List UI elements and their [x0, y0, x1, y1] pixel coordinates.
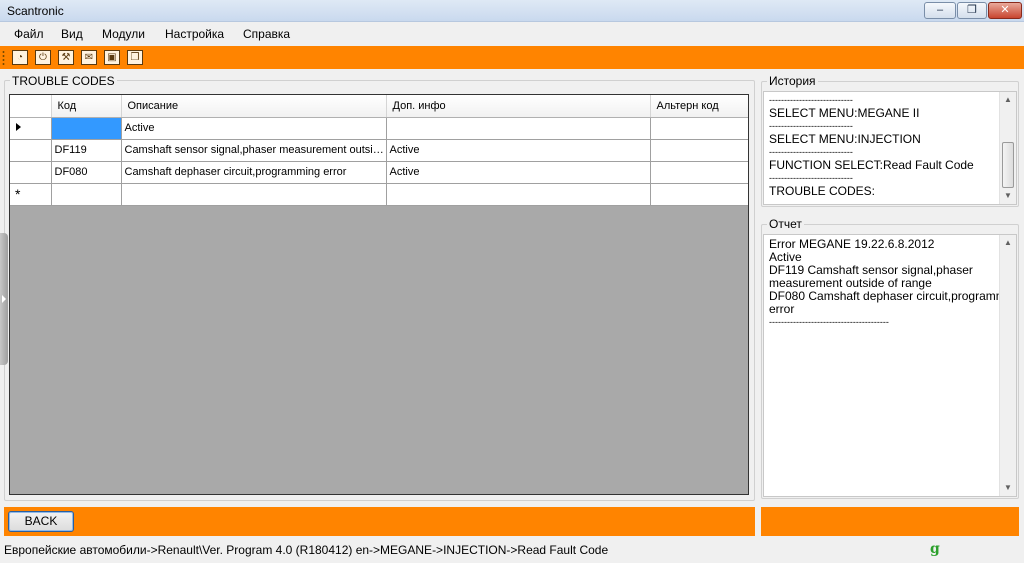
report-label: Отчет	[767, 217, 804, 231]
history-line: TROUBLE CODES:	[769, 184, 876, 198]
cell-alt-code[interactable]	[650, 117, 748, 140]
table-row[interactable]: DF119 Camshaft sensor signal,phaser meas…	[10, 139, 748, 162]
history-line: SELECT MENU:INJECTION	[769, 132, 921, 146]
history-line: FUNCTION SELECT:Read Fault Code	[769, 158, 974, 172]
cell-info[interactable]	[386, 117, 651, 140]
mail-icon: ✉	[84, 52, 94, 63]
new-row-icon: *	[15, 185, 21, 202]
trouble-codes-label: TROUBLE CODES	[10, 74, 117, 88]
cell-code[interactable]: DF080	[51, 161, 122, 184]
trouble-codes-grid[interactable]: Код Описание Доп. инфо Альтерн код Activ…	[9, 94, 749, 495]
close-icon: ✕	[1000, 4, 1010, 16]
toolbar-icon-5[interactable]: ▣	[104, 50, 120, 65]
report-line: ----------------------------------------	[769, 317, 889, 327]
history-line: SELECT MENU:MEGANE II	[769, 106, 920, 120]
history-line: ----------------------------	[769, 147, 853, 157]
power-icon: ⏻	[39, 52, 47, 63]
toolbar-icon-6[interactable]: ❒	[127, 50, 143, 65]
cell-code[interactable]: DF119	[51, 139, 122, 162]
toolbar-icon-1[interactable]: ◔	[12, 50, 28, 65]
bottom-action-bar	[4, 507, 755, 536]
menu-help[interactable]: Справка	[243, 27, 290, 41]
scroll-up-icon[interactable]: ▲	[1000, 92, 1016, 108]
column-header-code[interactable]: Код	[51, 95, 122, 118]
cell-description[interactable]: Active	[121, 117, 387, 140]
title-bar: Scantronic – ❐ ✕	[0, 0, 1024, 22]
status-indicator: g	[930, 541, 940, 557]
column-header-info[interactable]: Доп. инфо	[386, 95, 651, 118]
table-row[interactable]: Active	[10, 117, 748, 140]
cell-alt-code[interactable]	[650, 161, 748, 184]
breadcrumb: Европейские автомобили->Renault\Ver. Pro…	[4, 543, 609, 557]
grid-header-row: Код Описание Доп. инфо Альтерн код	[10, 95, 748, 118]
report-textbox[interactable]: Error MEGANE 19.22.6.8.2012 Active DF119…	[763, 234, 1017, 497]
grid-corner[interactable]	[10, 95, 52, 118]
gauge-icon: ◔	[16, 52, 24, 63]
report-line: DF080 Camshaft dephaser circuit,programm…	[769, 289, 1017, 303]
history-line: ----------------------------	[769, 121, 853, 131]
side-panel-handle[interactable]	[0, 233, 8, 365]
minimize-button[interactable]: –	[924, 2, 956, 19]
menu-bar: Файл Вид Модули Настройка Справка	[0, 23, 1024, 45]
column-header-alt-code[interactable]: Альтерн код	[650, 95, 748, 118]
row-header[interactable]	[10, 139, 52, 162]
toolbar-grip[interactable]	[2, 50, 5, 65]
report-line: error	[769, 302, 795, 316]
row-pointer-icon	[16, 123, 21, 131]
history-textbox[interactable]: ---------------------------- SELECT MENU…	[763, 91, 1017, 205]
toolbar-icon-2[interactable]: ⏻	[35, 50, 51, 65]
row-header[interactable]	[10, 161, 52, 184]
window-title: Scantronic	[7, 4, 64, 18]
scroll-up-icon[interactable]: ▲	[1000, 235, 1016, 251]
menu-view[interactable]: Вид	[61, 27, 83, 41]
menu-modules[interactable]: Модули	[102, 27, 145, 41]
cell-info[interactable]: Active	[386, 161, 651, 184]
scroll-down-icon[interactable]: ▼	[1000, 188, 1016, 204]
history-label: История	[767, 74, 818, 88]
cell-alt-code[interactable]	[650, 139, 748, 162]
cell-info[interactable]	[386, 183, 651, 206]
cell-code[interactable]	[51, 183, 122, 206]
toolbar-icon-4[interactable]: ✉	[81, 50, 97, 65]
scroll-down-icon[interactable]: ▼	[1000, 480, 1016, 496]
toolbar-icon-3[interactable]: ⚒	[58, 50, 74, 65]
table-row[interactable]: DF080 Camshaft dephaser circuit,programm…	[10, 161, 748, 184]
history-line: ----------------------------	[769, 173, 853, 183]
new-row[interactable]: *	[10, 183, 748, 206]
minimize-icon: –	[936, 4, 944, 16]
status-bar: Европейские автомобили->Renault\Ver. Pro…	[0, 539, 1024, 563]
menu-file[interactable]: Файл	[14, 27, 44, 41]
history-scroll-thumb[interactable]	[1002, 142, 1014, 188]
history-scrollbar[interactable]: ▲ ▼	[999, 92, 1016, 204]
cell-alt-code[interactable]	[650, 183, 748, 206]
maximize-icon: ❐	[967, 4, 977, 16]
menu-settings[interactable]: Настройка	[165, 27, 224, 41]
report-scrollbar[interactable]: ▲ ▼	[999, 235, 1016, 496]
tools-icon: ⚒	[61, 52, 71, 63]
back-button[interactable]: BACK	[8, 511, 74, 532]
document-icon: ❒	[130, 52, 140, 63]
toolbar: ◔ ⏻ ⚒ ✉ ▣ ❒	[0, 46, 1024, 69]
cell-description[interactable]: Camshaft sensor signal,phaser measuremen…	[121, 139, 387, 162]
cell-description[interactable]	[121, 183, 387, 206]
cell-info[interactable]: Active	[386, 139, 651, 162]
cell-code[interactable]	[51, 117, 122, 140]
tape-icon: ▣	[107, 52, 117, 63]
history-line: ----------------------------	[769, 95, 853, 105]
row-header[interactable]: *	[10, 183, 52, 206]
cell-description[interactable]: Camshaft dephaser circuit,programming er…	[121, 161, 387, 184]
close-button[interactable]: ✕	[988, 2, 1022, 19]
column-header-description[interactable]: Описание	[121, 95, 387, 118]
row-header[interactable]	[10, 117, 52, 140]
maximize-button[interactable]: ❐	[957, 2, 987, 19]
bottom-right-bar	[761, 507, 1019, 536]
